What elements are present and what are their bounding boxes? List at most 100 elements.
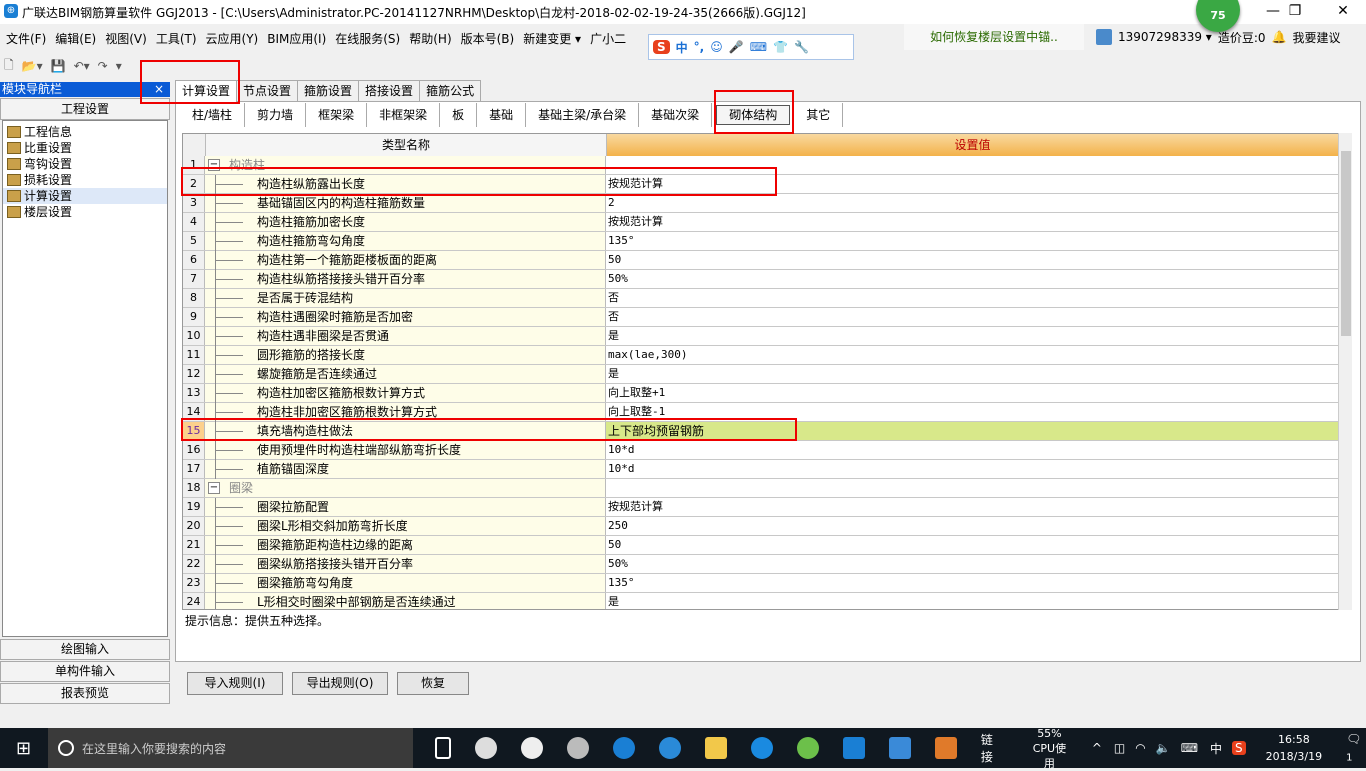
toolbar-button-icon[interactable]: 💾 bbox=[51, 59, 66, 73]
nav-item[interactable]: 工程信息 bbox=[3, 124, 167, 140]
tab-sub[interactable]: 砌体结构 bbox=[716, 105, 791, 125]
table-row[interactable]: 15 填充墙构造柱做法 上下部均预留钢筋 bbox=[183, 422, 1339, 441]
ime-toolbar[interactable]: S 中 °, ☺ 🎤 ⌨ 👕 🔧 bbox=[648, 34, 854, 60]
restore-button[interactable]: ❐ bbox=[1272, 0, 1318, 24]
setting-value[interactable]: 是 bbox=[606, 593, 1339, 609]
ime-tool-icon[interactable]: 👕 bbox=[773, 40, 788, 54]
ie-icon[interactable] bbox=[658, 737, 681, 759]
tab-main[interactable]: 节点设置 bbox=[236, 80, 299, 101]
file-explorer-icon[interactable] bbox=[704, 737, 727, 759]
collapse-icon[interactable]: − bbox=[208, 482, 220, 494]
ime-indicator[interactable]: 中 bbox=[1210, 740, 1222, 757]
tab-sub[interactable]: 框架梁 bbox=[306, 103, 368, 127]
setting-value[interactable]: 10*d bbox=[606, 441, 1339, 459]
table-row[interactable]: 22 圈梁纵筋搭接接头错开百分率 50% bbox=[183, 555, 1339, 574]
table-row[interactable]: 1− 构造柱 bbox=[183, 156, 1339, 175]
toolbar-button-icon[interactable]: 📂▾ bbox=[22, 59, 43, 73]
tab-sub[interactable]: 板 bbox=[440, 103, 478, 127]
setting-value[interactable]: 按规范计算 bbox=[606, 213, 1339, 231]
setting-value[interactable]: 135° bbox=[606, 232, 1339, 250]
edge-icon[interactable] bbox=[612, 737, 635, 759]
setting-value[interactable] bbox=[606, 479, 1339, 497]
setting-value[interactable]: 2 bbox=[606, 194, 1339, 212]
menu-item[interactable]: 版本号(B) bbox=[461, 30, 515, 47]
menu-item[interactable]: 在线服务(S) bbox=[335, 30, 400, 47]
edge-legacy-icon[interactable] bbox=[520, 737, 543, 759]
tab-sub[interactable]: 其它 bbox=[794, 103, 844, 127]
table-row[interactable]: 11 圆形箍筋的搭接长度 max(lae,300) bbox=[183, 346, 1339, 365]
nav-item[interactable]: 损耗设置 bbox=[3, 172, 167, 188]
nav-item[interactable]: 楼层设置 bbox=[3, 204, 167, 220]
setting-value[interactable]: 否 bbox=[606, 289, 1339, 307]
table-row[interactable]: 2 构造柱纵筋露出长度 按规范计算 bbox=[183, 175, 1339, 194]
menu-item[interactable]: 广小二 bbox=[590, 30, 626, 47]
table-row[interactable]: 14 构造柱非加密区箍筋根数计算方式 向上取整-1 bbox=[183, 403, 1339, 422]
table-row[interactable]: 8 是否属于砖混结构 否 bbox=[183, 289, 1339, 308]
menu-item[interactable]: 帮助(H) bbox=[409, 30, 451, 47]
nav-single-component-input[interactable]: 单构件输入 bbox=[0, 661, 170, 682]
pinwheel-icon[interactable] bbox=[474, 737, 497, 759]
setting-value[interactable]: 向上取整-1 bbox=[606, 403, 1339, 421]
setting-value[interactable]: 是 bbox=[606, 365, 1339, 383]
network-icon[interactable]: ◫ bbox=[1114, 741, 1125, 755]
table-row[interactable]: 19 圈梁拉筋配置 按规范计算 bbox=[183, 498, 1339, 517]
keyboard-icon[interactable]: ⌨ bbox=[1181, 741, 1198, 755]
ime-tool-icon[interactable]: ☺ bbox=[710, 40, 723, 54]
wifi-icon[interactable]: ◠ bbox=[1135, 741, 1145, 755]
table-row[interactable]: 24 L形相交时圈梁中部钢筋是否连续通过 是 bbox=[183, 593, 1339, 609]
table-row[interactable]: 10 构造柱遇非圈梁是否贯通 是 bbox=[183, 327, 1339, 346]
table-row[interactable]: 21 圈梁箍筋距构造柱边缘的距离 50 bbox=[183, 536, 1339, 555]
setting-value[interactable] bbox=[606, 156, 1339, 174]
tab-sub[interactable]: 柱/墙柱 bbox=[180, 103, 246, 127]
nav-item[interactable]: 计算设置 bbox=[3, 188, 167, 204]
menu-item[interactable]: 云应用(Y) bbox=[206, 30, 259, 47]
ime-tool-icon[interactable]: 🎤 bbox=[729, 40, 744, 54]
tab-main[interactable]: 箍筋设置 bbox=[297, 80, 360, 101]
table-row[interactable]: 23 圈梁箍筋弯勾角度 135° bbox=[183, 574, 1339, 593]
tab-main[interactable]: 计算设置 bbox=[175, 80, 238, 102]
ggj-app-icon[interactable] bbox=[842, 737, 865, 759]
ime-tool-icon[interactable]: ⌨ bbox=[750, 40, 767, 54]
taskbar-search[interactable]: 在这里输入你要搜索的内容 bbox=[48, 728, 413, 768]
table-row[interactable]: 17 植筋锚固深度 10*d bbox=[183, 460, 1339, 479]
close-icon[interactable]: × bbox=[154, 82, 164, 97]
menu-item[interactable]: BIM应用(I) bbox=[267, 30, 326, 47]
setting-value[interactable]: 向上取整+1 bbox=[606, 384, 1339, 402]
nav-drawing-input[interactable]: 绘图输入 bbox=[0, 639, 170, 660]
user-phone[interactable]: 13907298339 ▾ bbox=[1118, 30, 1212, 44]
tab-main[interactable]: 搭接设置 bbox=[358, 80, 421, 101]
collapse-icon[interactable]: − bbox=[208, 159, 220, 171]
table-row[interactable]: 6 构造柱第一个箍筋距楼板面的距离 50 bbox=[183, 251, 1339, 270]
setting-value[interactable]: 上下部均预留钢筋 bbox=[606, 422, 1339, 440]
nav-section-engineering[interactable]: 工程设置 bbox=[0, 98, 170, 120]
browser-icon[interactable] bbox=[566, 737, 589, 759]
close-button[interactable]: ✕ bbox=[1320, 0, 1366, 24]
ime-tool-icon[interactable]: 中 bbox=[676, 39, 688, 56]
setting-value[interactable]: 50 bbox=[606, 536, 1339, 554]
tab-sub[interactable]: 非框架梁 bbox=[367, 103, 441, 127]
menu-item[interactable]: 工具(T) bbox=[156, 30, 197, 47]
table-row[interactable]: 16 使用预埋件时构造柱端部纵筋弯折长度 10*d bbox=[183, 441, 1339, 460]
menu-item[interactable]: 编辑(E) bbox=[55, 30, 96, 47]
notification-icon[interactable]: 🗨1 bbox=[1346, 732, 1366, 763]
setting-value[interactable]: 50% bbox=[606, 555, 1339, 573]
toolbar-button-icon[interactable]: 🗋 bbox=[4, 56, 14, 77]
setting-value[interactable]: 10*d bbox=[606, 460, 1339, 478]
table-row[interactable]: 7 构造柱纵筋搭接接头错开百分率 50% bbox=[183, 270, 1339, 289]
vertical-scrollbar[interactable] bbox=[1338, 133, 1352, 610]
tab-sub[interactable]: 剪力墙 bbox=[245, 103, 307, 127]
setting-value[interactable]: 按规范计算 bbox=[606, 498, 1339, 516]
ime-tool-icon[interactable]: °, bbox=[694, 40, 705, 54]
pdf-icon[interactable] bbox=[934, 737, 957, 759]
toolbar-button-icon[interactable]: ↶▾ bbox=[74, 59, 90, 73]
toolbar-button-icon[interactable]: ▾ bbox=[116, 59, 122, 73]
table-row[interactable]: 18− 圈梁 bbox=[183, 479, 1339, 498]
setting-value[interactable]: 50 bbox=[606, 251, 1339, 269]
menu-item[interactable]: 视图(V) bbox=[105, 30, 147, 47]
setting-value[interactable]: 250 bbox=[606, 517, 1339, 535]
nav-item[interactable]: 比重设置 bbox=[3, 140, 167, 156]
setting-value[interactable]: 135° bbox=[606, 574, 1339, 592]
ime-tool-icon[interactable]: 🔧 bbox=[794, 40, 809, 54]
table-row[interactable]: 13 构造柱加密区箍筋根数计算方式 向上取整+1 bbox=[183, 384, 1339, 403]
table-row[interactable]: 3 基础锚固区内的构造柱箍筋数量 2 bbox=[183, 194, 1339, 213]
